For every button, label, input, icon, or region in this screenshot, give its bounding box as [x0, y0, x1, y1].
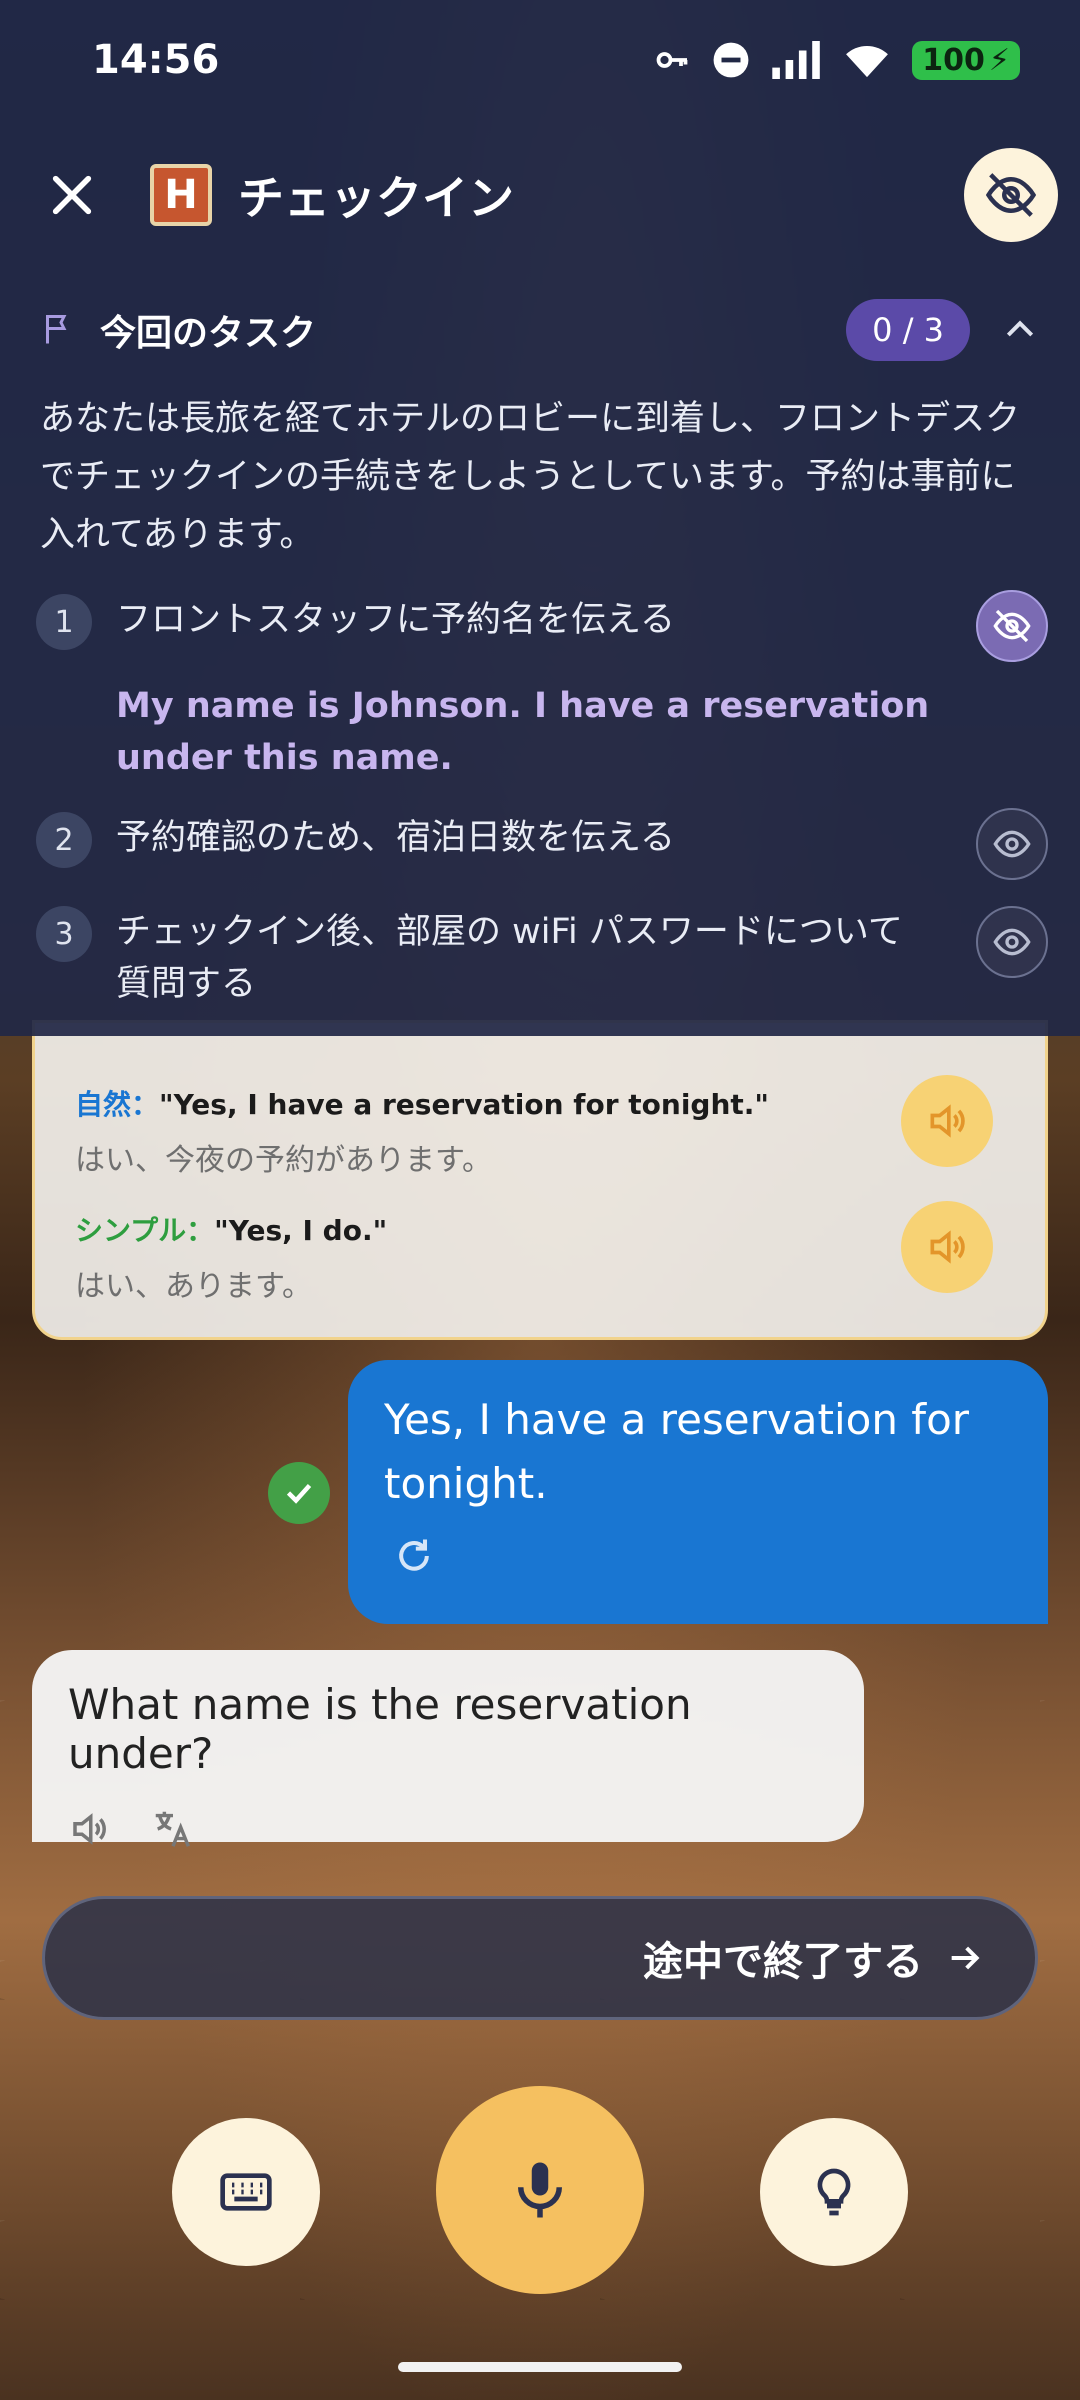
hide-toggle-button[interactable] [964, 148, 1058, 242]
quit-midway-button[interactable]: 途中で終了する [42, 1896, 1038, 2020]
lightbulb-icon [817, 2168, 851, 2216]
home-indicator[interactable] [398, 2362, 682, 2372]
hint-hide-button-1[interactable] [976, 590, 1048, 662]
task-text: フロントスタッフに予約名を伝える [116, 600, 675, 640]
status-time: 14:56 [92, 37, 220, 83]
flag-icon [46, 315, 67, 344]
suggestion-label: シンプル： [75, 1214, 215, 1247]
task-text: 予約確認のため、宿泊日数を伝える [116, 818, 675, 858]
task-number: 1 [36, 594, 92, 650]
keyboard-icon [220, 2173, 272, 2211]
hotel-icon: H [150, 164, 212, 226]
eye-icon [993, 928, 1031, 956]
microphone-icon [518, 2162, 562, 2218]
quit-button-label: 途中で終了する [643, 1939, 923, 1985]
hint-show-button-2[interactable] [976, 808, 1048, 880]
key-icon [656, 52, 688, 68]
status-bar: 14:56 100 ⚡ [0, 0, 1080, 120]
suggestion-label: 自然： [75, 1088, 160, 1121]
status-icons: 100 ⚡ [654, 40, 1020, 80]
chevron-up-icon[interactable] [1000, 310, 1040, 350]
user-message-bubble: Yes, I have a reservation for tonight. [348, 1360, 1048, 1624]
task-progress-badge: 0 / 3 [846, 299, 970, 361]
close-icon [52, 175, 92, 215]
speaker-icon [930, 1104, 965, 1138]
checkmark-icon [268, 1462, 330, 1524]
eye-icon [993, 830, 1031, 858]
task-item-1: 1 フロントスタッフに予約名を伝える [36, 590, 1048, 662]
suggestion-card: 自然："Yes, I have a reservation for tonigh… [32, 1020, 1048, 1340]
battery-indicator: 100 ⚡ [912, 40, 1020, 80]
suggestion-natural: 自然："Yes, I have a reservation for tonigh… [75, 1083, 769, 1179]
bot-message-actions [68, 1806, 828, 1852]
suggestion-japanese: はい、今夜の予約があります。 [75, 1143, 492, 1178]
translate-icon[interactable] [150, 1806, 196, 1852]
speaker-icon[interactable] [68, 1808, 110, 1850]
suggestion-japanese: はい、あります。 [75, 1269, 312, 1304]
play-suggestion-button-2[interactable] [901, 1201, 993, 1293]
task-item-2: 2 予約確認のため、宿泊日数を伝える [36, 808, 1048, 880]
keyboard-button[interactable] [172, 2118, 320, 2266]
task-item-3: 3 チェックイン後、部屋の wiFi パスワードについて質問する [36, 906, 1048, 1010]
app-header: H チェックイン [0, 148, 1080, 242]
hint-button[interactable] [760, 2118, 908, 2266]
task-description: あなたは長旅を経てホテルのロビーに到着し、フロントデスクでチェックインの手続きを… [40, 399, 1021, 555]
task-heading: 今回のタスク [100, 313, 317, 354]
bot-message-text: What name is the reservation under? [68, 1680, 692, 1778]
dnd-icon [713, 42, 749, 78]
eye-off-icon [985, 173, 1037, 217]
bot-message-bubble: What name is the reservation under? [32, 1650, 864, 1847]
hint-show-button-3[interactable] [976, 906, 1048, 978]
suggestion-english: "Yes, I do." [214, 1214, 388, 1247]
speaker-icon [930, 1230, 965, 1264]
arrow-right-icon [951, 1946, 980, 1970]
hotel-icon-letter: H [164, 172, 198, 218]
eye-off-icon [993, 609, 1031, 643]
signal-icon [772, 41, 821, 79]
microphone-button[interactable] [436, 2086, 644, 2294]
wifi-icon [846, 45, 889, 78]
suggestion-simple: シンプル："Yes, I do." はい、あります。 [75, 1209, 387, 1305]
close-button[interactable] [44, 167, 100, 223]
play-suggestion-button-1[interactable] [901, 1075, 993, 1167]
task-number: 3 [36, 906, 92, 962]
task-text: チェックイン後、部屋の wiFi パスワードについて質問する [116, 912, 903, 1004]
suggestion-english: "Yes, I have a reservation for tonight." [159, 1088, 769, 1121]
retry-icon[interactable] [392, 1534, 436, 1578]
battery-level: 100 [922, 42, 985, 78]
task-heading-row: 今回のタスク 0 / 3 [40, 292, 1040, 368]
task-number: 2 [36, 812, 92, 868]
charging-icon: ⚡ [988, 42, 1010, 78]
task-hint-1: My name is Johnson. I have a reservation… [116, 686, 930, 778]
page-title: チェックイン [238, 171, 514, 225]
user-message-text: Yes, I have a reservation for tonight. [384, 1395, 970, 1508]
